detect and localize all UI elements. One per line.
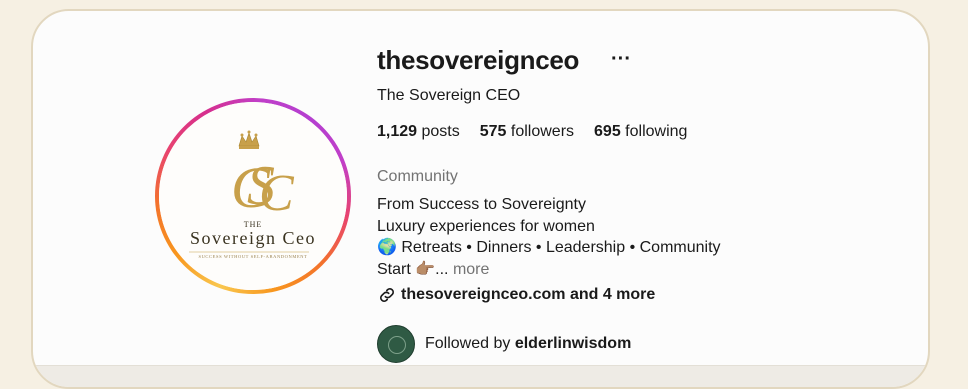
profile-username: thesovereignceo bbox=[377, 45, 580, 75]
followers-label: followers bbox=[506, 123, 575, 140]
bio-more-link[interactable]: more bbox=[449, 261, 489, 278]
following-number: 695 bbox=[594, 123, 621, 140]
profile-card: C S C THE Sovereign Ceo SUCCESS WITHOUT … bbox=[31, 9, 930, 389]
link-icon bbox=[380, 288, 394, 302]
external-link-text: thesovereignceo.com and 4 more bbox=[401, 286, 656, 303]
followed-by-prefix: Followed by bbox=[425, 335, 515, 352]
posts-count: 1,129 posts bbox=[377, 123, 460, 141]
followed-by-text: Followed by elderlinwisdom bbox=[425, 335, 631, 353]
bio-line-start: Start 👉🏽... bbox=[377, 260, 449, 278]
follower-avatar[interactable] bbox=[377, 325, 415, 363]
logo-name-text: Sovereign Ceo bbox=[190, 228, 316, 248]
bio-line: Luxury experiences for women bbox=[377, 217, 595, 235]
profile-avatar[interactable]: C S C THE Sovereign Ceo SUCCESS WITHOUT … bbox=[155, 98, 351, 294]
profile-stats: 1,129 posts 575 followers 695 following bbox=[377, 123, 687, 141]
bio-line-truncated: Start 👉🏽... more bbox=[377, 259, 721, 281]
bio-line: From Success to Sovereignty bbox=[377, 196, 586, 213]
more-options-icon[interactable]: ··· bbox=[611, 49, 631, 69]
posts-number: 1,129 bbox=[377, 123, 418, 140]
profile-category: Community bbox=[377, 168, 458, 185]
followers-count[interactable]: 575 followers bbox=[480, 123, 574, 141]
profile-full-name: The Sovereign CEO bbox=[377, 87, 521, 104]
followed-by-user[interactable]: elderlinwisdom bbox=[515, 335, 631, 352]
bio-line: 🌍 Retreats • Dinners • Leadership • Comm… bbox=[377, 239, 721, 256]
avatar-logo: C S C THE Sovereign Ceo SUCCESS WITHOUT … bbox=[159, 102, 347, 290]
posts-label: posts bbox=[417, 123, 460, 140]
following-count[interactable]: 695 following bbox=[594, 123, 687, 141]
monogram-c2: C bbox=[259, 165, 295, 222]
profile-bio: From Success to Sovereignty Luxury exper… bbox=[377, 194, 721, 280]
followers-number: 575 bbox=[479, 123, 507, 140]
following-label: following bbox=[620, 123, 688, 140]
logo-tagline-text: SUCCESS WITHOUT SELF-ABANDONMENT bbox=[198, 254, 308, 259]
tabs-strip bbox=[33, 365, 928, 387]
followed-by[interactable]: Followed by elderlinwisdom bbox=[377, 325, 631, 363]
external-link[interactable]: thesovereignceo.com and 4 more bbox=[377, 285, 655, 305]
